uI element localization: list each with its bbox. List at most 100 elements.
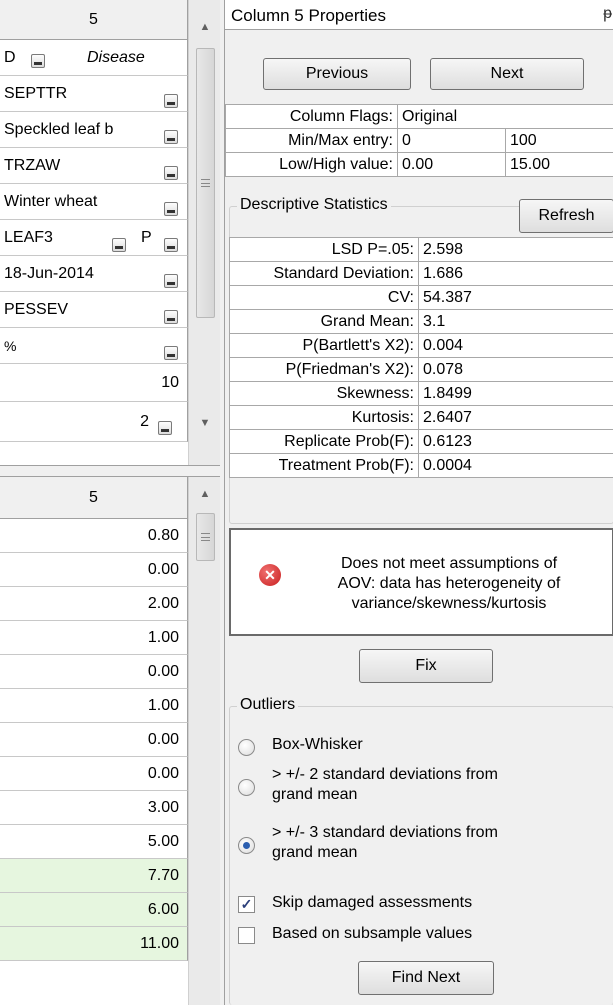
scroll-up-arrow-icon[interactable]: ▲	[189, 14, 221, 40]
plot-value: 7.70	[147, 866, 179, 884]
statistic-label: Treatment Prob(F):	[229, 453, 419, 478]
dropdown-icon[interactable]	[31, 54, 45, 68]
option-line: > +/- 2 standard deviations from	[272, 766, 498, 783]
grid-row-rating-unit[interactable]: %	[0, 328, 188, 364]
dropdown-icon[interactable]	[164, 166, 178, 180]
table-row[interactable]: 0.80	[0, 519, 188, 553]
table-row[interactable]: 11.00	[0, 927, 188, 961]
statistic-row: LSD P=.05: 2.598	[229, 237, 613, 262]
grid-row-crop-code[interactable]: TRZAW	[0, 148, 188, 184]
statistic-label: P(Friedman's X2):	[229, 357, 419, 382]
radio-2-std-dev[interactable]	[238, 779, 255, 796]
statistic-label: Standard Deviation:	[229, 261, 419, 286]
descriptive-statistics-label: Descriptive Statistics	[237, 196, 391, 214]
dropdown-icon[interactable]	[158, 421, 172, 435]
dropdown-icon[interactable]	[164, 310, 178, 324]
grid-row-pest-name[interactable]: Speckled leaf b	[0, 112, 188, 148]
statistic-label: Replicate Prob(F):	[229, 429, 419, 454]
statistics-table: LSD P=.05: 2.598 Standard Deviation: 1.686 C…	[229, 237, 613, 478]
crop-code: TRZAW	[4, 156, 61, 174]
grid-row-rating-date[interactable]: 18-Jun-2014	[0, 256, 188, 292]
table-row[interactable]: 0.00	[0, 655, 188, 689]
table-row[interactable]: 7.70	[0, 859, 188, 893]
statistic-value: 0.6123	[418, 429, 613, 454]
max-entry-field[interactable]: 100	[505, 128, 613, 153]
grid-row-sample-size[interactable]: 10	[0, 364, 188, 402]
warning-line: AOV: data has heterogeneity of	[337, 575, 561, 592]
dropdown-icon[interactable]	[164, 94, 178, 108]
column-properties-panel: Column 5 Properties ᵽ Previous Next Colu…	[224, 0, 613, 1005]
plot-value: 0.00	[147, 662, 179, 680]
radio-box-whisker[interactable]	[238, 739, 255, 756]
plot-value: 3.00	[147, 798, 179, 816]
column-flags-row: Column Flags: Original	[225, 104, 613, 129]
table-row[interactable]: 5.00	[0, 825, 188, 859]
column-flags-field[interactable]: Original	[397, 104, 613, 129]
option-line: grand mean	[272, 844, 358, 861]
scroll-up-arrow-icon[interactable]: ▲	[189, 481, 221, 507]
grid-splitter[interactable]	[0, 465, 220, 477]
warning-line: Does not meet assumptions of	[340, 555, 558, 572]
subsample-checkbox[interactable]	[238, 927, 255, 944]
dropdown-icon[interactable]	[164, 274, 178, 288]
table-row[interactable]: 2.00	[0, 587, 188, 621]
scroll-down-arrow-icon[interactable]: ▼	[189, 410, 221, 436]
radio-3-std-dev[interactable]	[238, 837, 255, 854]
data-values-grid: 5 0.80 0.00 2.00 1.00 0.00 1.00 0.00 0.00 3.00 5.…	[0, 477, 188, 1005]
dropdown-icon[interactable]	[164, 346, 178, 360]
refresh-button[interactable]: Refresh	[519, 199, 613, 233]
scroll-thumb[interactable]	[196, 48, 215, 318]
grid-row-pest-code[interactable]: SEPTTR	[0, 76, 188, 112]
table-row[interactable]: 6.00	[0, 893, 188, 927]
dropdown-icon[interactable]	[112, 238, 126, 252]
scroll-thumb[interactable]	[196, 513, 215, 561]
top-grid-column-header[interactable]: 5	[0, 0, 188, 40]
grid-row-crop-name[interactable]: Winter wheat	[0, 184, 188, 220]
grid-row-part-rated[interactable]: D Disease	[0, 40, 188, 76]
statistic-label: CV:	[229, 285, 419, 310]
assumption-warning-box: ✕ Does not meet assumptions of AOV: data…	[229, 528, 613, 636]
top-grid-scrollbar[interactable]: ▲ ▼	[188, 0, 220, 465]
table-row[interactable]: 0.00	[0, 757, 188, 791]
pest-code: SEPTTR	[4, 84, 68, 102]
table-row[interactable]: 1.00	[0, 621, 188, 655]
error-icon: ✕	[259, 564, 281, 586]
statistic-row: Treatment Prob(F): 0.0004	[229, 453, 613, 478]
next-button[interactable]: Next	[430, 58, 584, 90]
dropdown-icon[interactable]	[164, 130, 178, 144]
statistic-value: 54.387	[418, 285, 613, 310]
high-value-field[interactable]: 15.00	[505, 152, 613, 177]
grid-row-number-of-subsamples[interactable]: 2	[0, 402, 188, 442]
dropdown-icon[interactable]	[164, 202, 178, 216]
statistic-label: Skewness:	[229, 381, 419, 406]
statistic-value: 0.004	[418, 333, 613, 358]
grid-row-part-rated-code[interactable]: LEAF3 P	[0, 220, 188, 256]
bottom-grid-scrollbar[interactable]: ▲	[188, 477, 220, 1005]
statistic-label: LSD P=.05:	[229, 237, 419, 262]
fix-button[interactable]: Fix	[359, 649, 493, 683]
three-std-dev-label: > +/- 3 standard deviations from grand m…	[272, 823, 498, 863]
statistic-value: 0.078	[418, 357, 613, 382]
find-next-button[interactable]: Find Next	[358, 961, 494, 995]
rating-date: 18-Jun-2014	[4, 264, 94, 282]
grid-row-rating-type[interactable]: PESSEV	[0, 292, 188, 328]
dropdown-icon[interactable]	[164, 238, 178, 252]
outliers-label: Outliers	[237, 696, 299, 714]
table-row[interactable]: 1.00	[0, 689, 188, 723]
statistic-value: 1.8499	[418, 381, 613, 406]
statistic-row: P(Friedman's X2): 0.078	[229, 357, 613, 382]
panel-title-bar: Column 5 Properties ᵽ	[225, 0, 613, 30]
table-row[interactable]: 0.00	[0, 553, 188, 587]
statistic-row: P(Bartlett's X2): 0.004	[229, 333, 613, 358]
bottom-grid-column-header[interactable]: 5	[0, 477, 188, 519]
table-row[interactable]: 3.00	[0, 791, 188, 825]
min-entry-field[interactable]: 0	[397, 128, 506, 153]
rating-part-flag: P	[141, 228, 152, 246]
box-whisker-label: Box-Whisker	[272, 736, 363, 753]
table-row[interactable]: 0.00	[0, 723, 188, 757]
skip-damaged-checkbox[interactable]: ✓	[238, 896, 255, 913]
low-value-field[interactable]: 0.00	[397, 152, 506, 177]
previous-button[interactable]: Previous	[263, 58, 411, 90]
statistic-row: Grand Mean: 3.1	[229, 309, 613, 334]
pushpin-icon[interactable]: ᵽ	[603, 5, 612, 23]
